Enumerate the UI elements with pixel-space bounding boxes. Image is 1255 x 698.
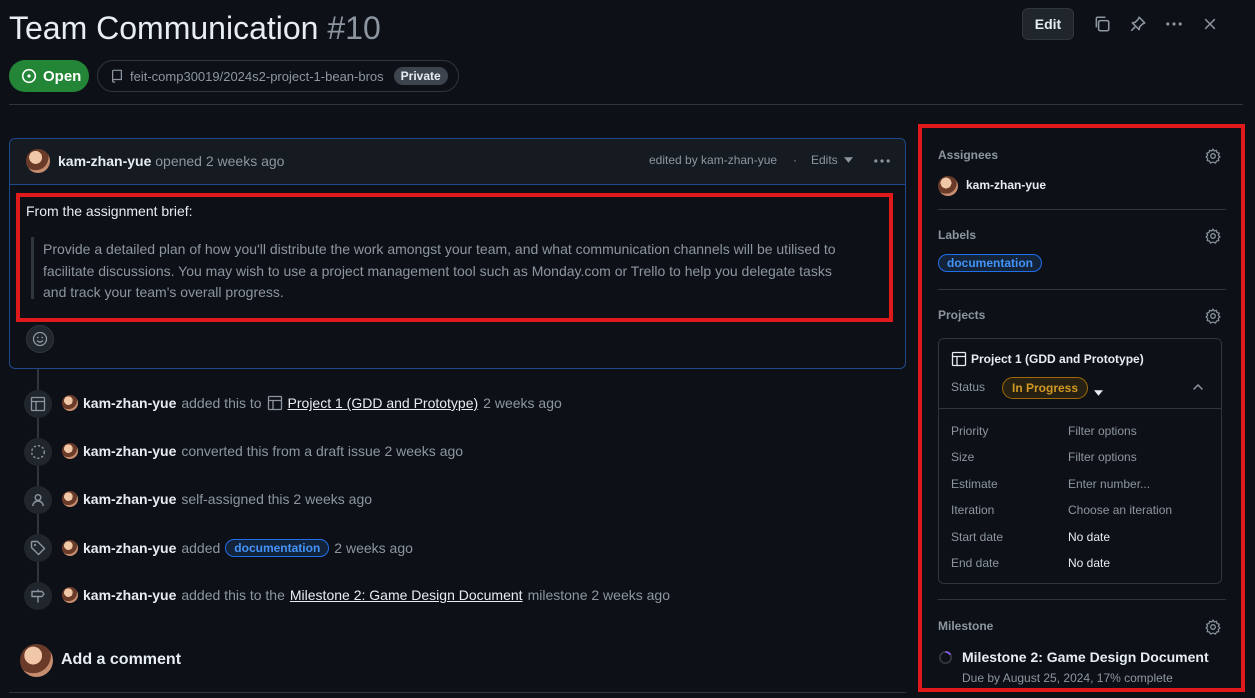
- chevron-down-icon: [843, 157, 853, 163]
- visibility-badge: Private: [393, 67, 448, 85]
- event-text: added this to the: [181, 587, 285, 603]
- avatar: [20, 644, 53, 677]
- issue-state-label: Open: [43, 67, 82, 85]
- event-user[interactable]: kam-zhan-yue: [83, 540, 176, 556]
- timeline-event: kam-zhan-yue added documentation 2 weeks…: [62, 539, 413, 557]
- sidebar-highlight: [918, 124, 1245, 692]
- event-user[interactable]: kam-zhan-yue: [83, 587, 176, 603]
- comment-editor-edge: [9, 692, 906, 698]
- event-milestone-link[interactable]: Milestone 2: Game Design Document: [290, 587, 523, 603]
- comment-action: opened 2 weeks ago: [155, 153, 285, 169]
- smiley-icon: [32, 331, 48, 347]
- event-project-link[interactable]: Project 1 (GDD and Prototype): [288, 395, 479, 411]
- repository-name[interactable]: feit-comp30019/2024s2-project-1-bean-bro…: [130, 69, 384, 84]
- event-text: added this to: [181, 395, 262, 411]
- issue-open-icon: [21, 68, 37, 84]
- timeline-event: kam-zhan-yue added this to the Milestone…: [62, 587, 670, 603]
- event-user[interactable]: kam-zhan-yue: [83, 491, 176, 507]
- edit-button[interactable]: Edit: [1022, 8, 1074, 40]
- comment-author-line: kam-zhan-yue opened 2 weeks ago: [58, 153, 284, 169]
- header-divider: [9, 104, 1243, 105]
- timeline-event: kam-zhan-yue added this to Project 1 (GD…: [62, 395, 562, 411]
- draft-issue-icon: [24, 438, 52, 466]
- add-comment-heading: Add a comment: [61, 651, 182, 668]
- timeline-event: kam-zhan-yue converted this from a draft…: [62, 443, 463, 459]
- event-time: 2 weeks ago: [483, 395, 562, 411]
- edits-dropdown[interactable]: Edits: [811, 153, 853, 167]
- copy-icon[interactable]: [1090, 12, 1114, 36]
- table-icon: [267, 395, 282, 411]
- page-title: Team Communication #10: [9, 10, 381, 47]
- avatar[interactable]: [26, 149, 50, 173]
- comment-body-highlight: [16, 193, 893, 322]
- issue-number: #10: [327, 10, 381, 46]
- comment-edited-by[interactable]: edited by kam-zhan-yue: [649, 153, 777, 167]
- event-text: converted this from a draft issue 2 week…: [181, 443, 464, 459]
- comment-options-icon[interactable]: [870, 149, 894, 173]
- table-icon: [24, 390, 52, 418]
- add-reaction-button[interactable]: [26, 325, 54, 353]
- event-time: 2 weeks ago: [334, 540, 413, 556]
- avatar[interactable]: [62, 491, 78, 507]
- pin-icon[interactable]: [1126, 12, 1150, 36]
- repo-icon: [112, 69, 122, 83]
- issue-state-badge: Open: [9, 60, 89, 92]
- comment-author[interactable]: kam-zhan-yue: [58, 153, 151, 169]
- close-icon[interactable]: [1198, 12, 1222, 36]
- event-time: milestone 2 weeks ago: [527, 587, 670, 603]
- edited-separator: ·: [793, 153, 797, 167]
- tag-icon: [24, 534, 52, 562]
- milestone-icon: [24, 582, 52, 610]
- avatar[interactable]: [62, 443, 78, 459]
- event-user[interactable]: kam-zhan-yue: [83, 443, 176, 459]
- timeline-event: kam-zhan-yue self-assigned this 2 weeks …: [62, 491, 372, 507]
- event-user[interactable]: kam-zhan-yue: [83, 395, 176, 411]
- repository-pill[interactable]: feit-comp30019/2024s2-project-1-bean-bro…: [97, 60, 459, 92]
- label-documentation[interactable]: documentation: [225, 539, 330, 557]
- more-options-icon[interactable]: [1162, 12, 1186, 36]
- avatar[interactable]: [62, 395, 78, 411]
- event-text: self-assigned this 2 weeks ago: [181, 491, 373, 507]
- issue-title: Team Communication: [9, 10, 319, 46]
- avatar[interactable]: [62, 587, 78, 603]
- edits-label[interactable]: Edits: [811, 153, 838, 167]
- avatar[interactable]: [62, 540, 78, 556]
- person-icon: [24, 486, 52, 514]
- event-text: added: [181, 540, 221, 556]
